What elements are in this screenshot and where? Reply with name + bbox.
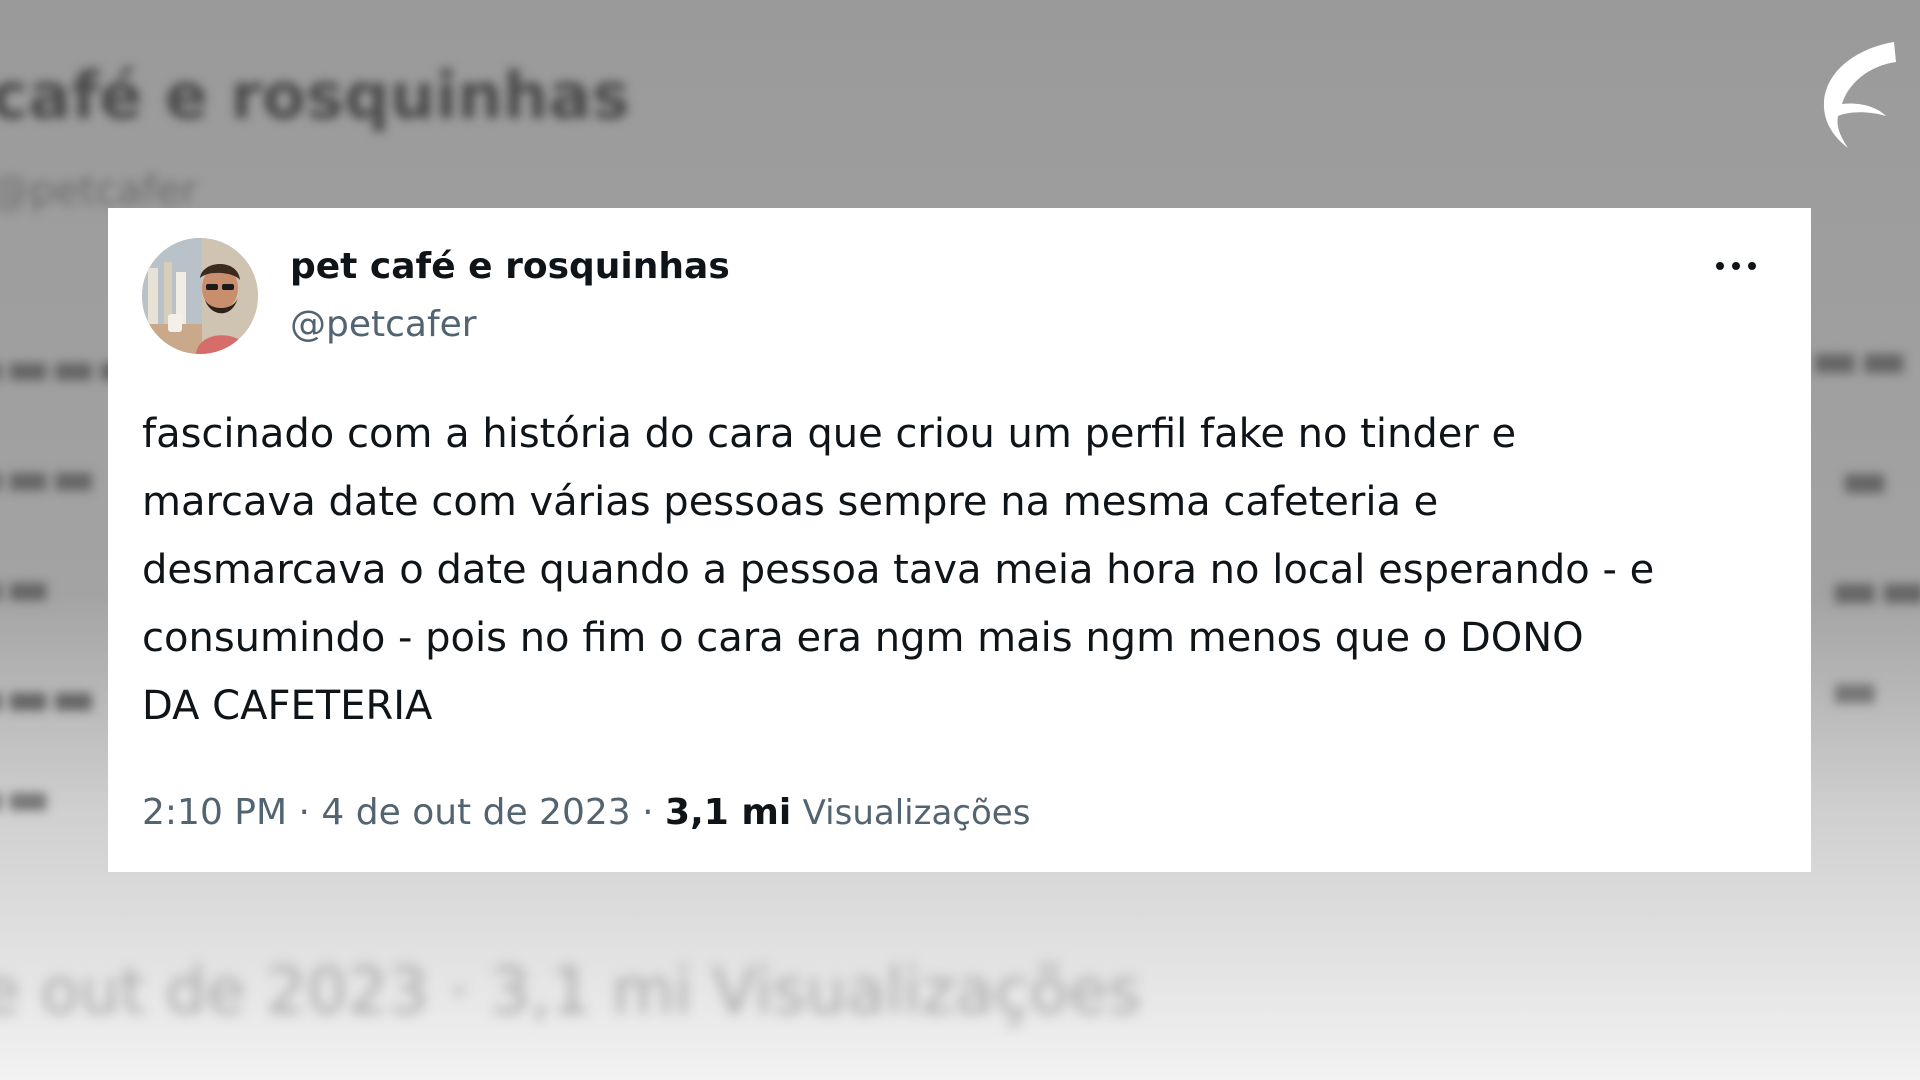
- blurred-line: ▬▬: [1810, 330, 1909, 390]
- author-handle[interactable]: @petcafer: [290, 304, 477, 345]
- blurred-line: ▬: [1830, 660, 1880, 720]
- tweet-text-line: desmarcava o date quando a pessoa tava m…: [142, 547, 1655, 593]
- tweet-card[interactable]: pet café e rosquinhas @petcafer fascinad…: [108, 208, 1811, 872]
- tweet-time[interactable]: 2:10 PM: [142, 792, 287, 833]
- tweet-text-line: marcava date com várias pessoas sempre n…: [142, 479, 1439, 525]
- separator: ·: [642, 792, 654, 833]
- author-name[interactable]: pet café e rosquinhas: [290, 246, 730, 287]
- views-count: 3,1 mi: [665, 792, 792, 833]
- tweet-text-line: consumindo - pois no fim o cara era ngm …: [142, 615, 1584, 661]
- tweet-metadata: 2:10 PM · 4 de out de 2023 · 3,1 mi Visu…: [142, 792, 1030, 833]
- tweet-text: fascinado com a história do cara que cri…: [142, 400, 1782, 740]
- blurred-title: café e rosquinhas: [0, 60, 630, 134]
- blurred-line: ▬▬: [0, 560, 51, 616]
- views-label: Visualizações: [802, 793, 1031, 833]
- blurred-line: ▬▬▬: [0, 670, 97, 726]
- blurred-line: ▬▬: [1830, 560, 1920, 620]
- blurred-footer: de out de 2023 · 3,1 mi Visualizações: [0, 955, 1142, 1029]
- separator: ·: [298, 792, 310, 833]
- tweet-text-line: DA CAFETERIA: [142, 683, 433, 729]
- blurred-line: ▬▬▬: [0, 450, 97, 506]
- more-options-icon[interactable]: [1712, 252, 1760, 276]
- blurred-line: ▬: [1840, 450, 1890, 510]
- tweet-date[interactable]: 4 de out de 2023: [321, 792, 630, 833]
- avatar[interactable]: [142, 238, 258, 354]
- blurred-line: ▬▬: [0, 770, 51, 826]
- tweet-text-line: fascinado com a história do cara que cri…: [142, 411, 1517, 457]
- brand-logo-icon: [1818, 40, 1898, 152]
